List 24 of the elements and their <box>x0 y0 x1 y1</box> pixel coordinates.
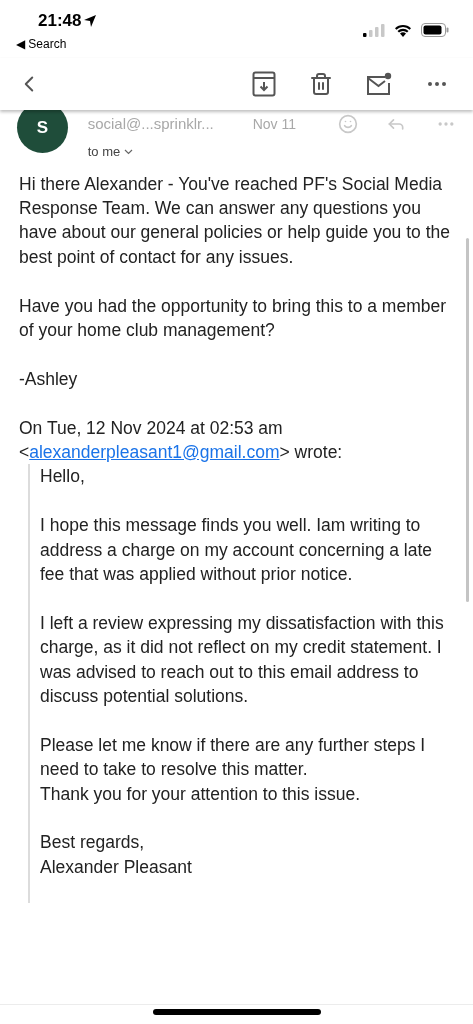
avatar-initial: S <box>36 116 48 139</box>
location-arrow-icon <box>83 13 98 28</box>
battery-icon <box>421 23 449 37</box>
message-paragraph: -Ashley <box>19 367 79 391</box>
sender-address: social@...sprinklr... <box>87 115 215 133</box>
email-link[interactable]: alexanderpleasant1@gmail.com <box>29 441 280 462</box>
quoted-paragraph: I hope this message finds you well. Iam writing to address a charge on my account concerning a late fee that was applied without prior notice. <box>40 514 434 586</box>
chevron-down-icon <box>124 148 134 155</box>
message-date: Nov 11 <box>252 115 296 133</box>
quoted-paragraph: Best regards, Alexander Pleasant <box>40 831 193 879</box>
quoted-paragraph: Hello, <box>40 465 86 489</box>
wifi-icon <box>394 23 412 37</box>
trash-icon[interactable] <box>309 71 333 97</box>
mark-unread-icon[interactable] <box>366 72 392 96</box>
clock-time: 21:48 <box>38 10 82 32</box>
quote-attribution: On Tue, 12 Nov 2024 at 02:53 am <alexanderpleasant1@gmail.com> wrote: <box>19 416 344 464</box>
quoted-paragraph: Please let me know if there are any further steps I need to take to resolve this matter. Thank you for your attention to this issue. <box>40 733 427 806</box>
recipient-toggle[interactable]: to me <box>87 142 456 162</box>
message-paragraph: Hi there Alexander - You've reached PF's Social Media Response Team. We can answer any questions you have about our general policies or help guide you to the best point of contact for any issues. <box>19 172 451 269</box>
back-to-search-link[interactable]: ◀ Search <box>16 34 98 53</box>
signal-icon <box>363 23 385 37</box>
archive-icon[interactable] <box>252 71 276 97</box>
quoted-paragraph: I left a review expressing my dissatisfaction with this charge, as it did not reflect on my credit statement. I was advised to reach out to this email address to discuss potential solutions. <box>40 611 445 708</box>
message-paragraph: Have you had the opportunity to bring this to a member of your home club management? <box>19 294 448 342</box>
